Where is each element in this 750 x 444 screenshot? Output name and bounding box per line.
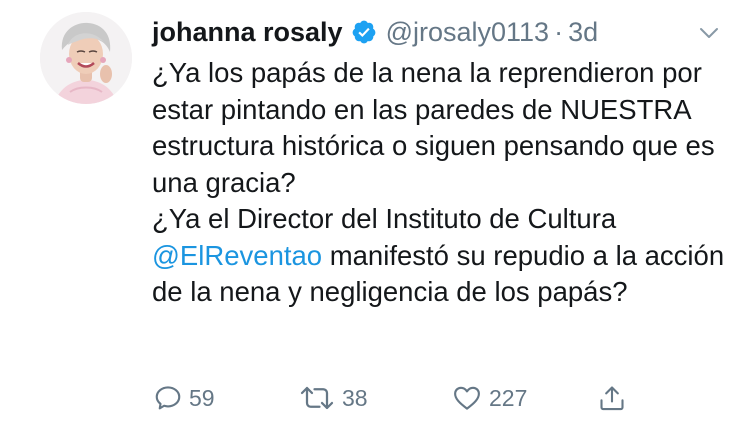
reply-count: 59 bbox=[189, 384, 215, 411]
author-handle[interactable]: @jrosaly0113 bbox=[386, 17, 550, 48]
heart-icon bbox=[454, 386, 480, 410]
separator-dot: · bbox=[554, 16, 564, 47]
tweet-header: johanna rosaly @jrosaly0113 · 3d bbox=[152, 14, 598, 50]
like-count: 227 bbox=[489, 384, 528, 411]
verified-badge-icon bbox=[351, 19, 377, 45]
tweet-paragraph-1: ¿Ya los papás de la nena la reprendieron… bbox=[152, 57, 715, 198]
share-icon bbox=[600, 386, 624, 411]
tweet-text: ¿Ya los papás de la nena la reprendieron… bbox=[152, 55, 732, 311]
tweet-paragraph-2: ¿Ya el Director del Instituto de Cultura… bbox=[152, 201, 732, 311]
like-button[interactable]: 227 bbox=[451, 378, 527, 418]
chevron-down-icon[interactable] bbox=[698, 22, 720, 44]
avatar-image bbox=[40, 12, 132, 104]
retweet-count: 38 bbox=[342, 384, 368, 411]
mention-link[interactable]: @ElReventao bbox=[152, 240, 322, 271]
tweet-text-segment: ¿Ya el Director del Instituto de Cultura bbox=[152, 203, 617, 234]
retweet-button[interactable]: 38 bbox=[298, 378, 368, 418]
share-button[interactable] bbox=[598, 378, 626, 418]
tweet-actions: 59 38 227 bbox=[0, 378, 750, 418]
author-name[interactable]: johanna rosaly bbox=[152, 17, 343, 48]
reply-button[interactable]: 59 bbox=[153, 378, 215, 418]
reply-icon bbox=[155, 386, 181, 410]
avatar[interactable] bbox=[40, 12, 132, 104]
tweet-timestamp[interactable]: 3d bbox=[568, 17, 598, 48]
retweet-icon bbox=[300, 386, 334, 410]
tweet[interactable]: johanna rosaly @jrosaly0113 · 3d ¿Ya los… bbox=[0, 0, 750, 444]
